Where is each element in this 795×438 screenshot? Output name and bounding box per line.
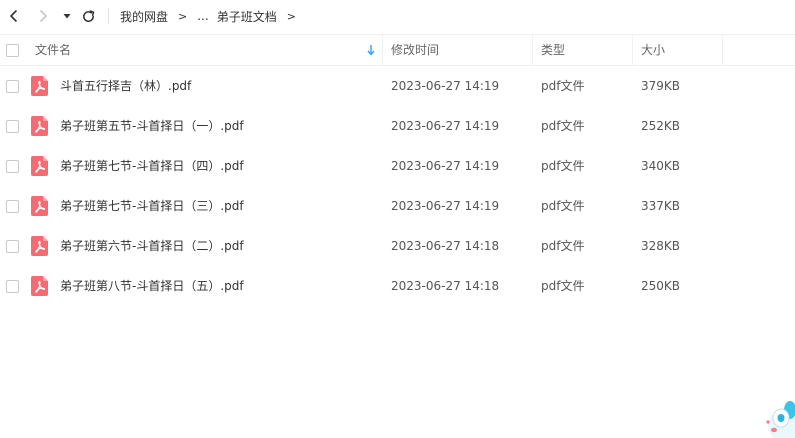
file-row[interactable]: 弟子班第五节-斗首择日（一）.pdf 2023-06-27 14:19 pdf文… bbox=[0, 106, 795, 146]
pdf-icon bbox=[31, 276, 48, 296]
file-modified: 2023-06-27 14:18 bbox=[391, 279, 500, 293]
column-divider[interactable] bbox=[532, 35, 533, 65]
file-size: 340KB bbox=[641, 159, 681, 173]
refresh-icon bbox=[82, 9, 94, 22]
assistant-mascot-icon[interactable] bbox=[760, 392, 795, 438]
pdf-icon bbox=[31, 236, 48, 256]
file-type: pdf文件 bbox=[541, 159, 585, 173]
file-name[interactable]: 斗首五行择吉（林）.pdf bbox=[60, 66, 191, 106]
select-all-checkbox[interactable] bbox=[6, 44, 19, 57]
pdf-icon bbox=[31, 116, 48, 136]
file-modified: 2023-06-27 14:19 bbox=[391, 199, 500, 213]
pdf-icon bbox=[31, 76, 48, 96]
column-divider[interactable] bbox=[722, 35, 723, 65]
breadcrumb: 我的网盘 > ... 弟子班文档 > bbox=[120, 7, 306, 25]
file-row[interactable]: 弟子班第七节-斗首择日（三）.pdf 2023-06-27 14:19 pdf文… bbox=[0, 186, 795, 226]
history-dropdown-button[interactable] bbox=[58, 6, 76, 26]
forward-button[interactable] bbox=[33, 6, 53, 26]
column-header-modified[interactable]: 修改时间 bbox=[391, 35, 439, 65]
column-header-size[interactable]: 大小 bbox=[641, 35, 665, 65]
pdf-icon bbox=[31, 156, 48, 176]
file-size: 328KB bbox=[641, 239, 681, 253]
breadcrumb-root[interactable]: 我的网盘 bbox=[120, 8, 168, 25]
column-divider[interactable] bbox=[382, 35, 383, 65]
chevron-left-icon bbox=[10, 10, 17, 22]
file-size: 379KB bbox=[641, 79, 681, 93]
file-name[interactable]: 弟子班第六节-斗首择日（二）.pdf bbox=[60, 226, 244, 266]
file-modified: 2023-06-27 14:19 bbox=[391, 159, 500, 173]
file-name[interactable]: 弟子班第八节-斗首择日（五）.pdf bbox=[60, 266, 244, 306]
breadcrumb-ellipsis[interactable]: ... bbox=[197, 9, 208, 23]
row-checkbox[interactable] bbox=[6, 80, 19, 93]
toolbar: 我的网盘 > ... 弟子班文档 > bbox=[0, 0, 795, 34]
row-checkbox[interactable] bbox=[6, 160, 19, 173]
refresh-button[interactable] bbox=[78, 6, 98, 26]
back-button[interactable] bbox=[4, 6, 24, 26]
file-row[interactable]: 斗首五行择吉（林）.pdf 2023-06-27 14:19 pdf文件 379… bbox=[0, 66, 795, 106]
file-list-header: 文件名 修改时间 类型 大小 bbox=[0, 34, 795, 66]
toolbar-divider bbox=[108, 8, 109, 24]
file-name[interactable]: 弟子班第七节-斗首择日（三）.pdf bbox=[60, 186, 244, 226]
file-modified: 2023-06-27 14:19 bbox=[391, 119, 500, 133]
file-type: pdf文件 bbox=[541, 199, 585, 213]
file-type: pdf文件 bbox=[541, 79, 585, 93]
file-row[interactable]: 弟子班第八节-斗首择日（五）.pdf 2023-06-27 14:18 pdf文… bbox=[0, 266, 795, 306]
file-size: 250KB bbox=[641, 279, 681, 293]
caret-down-icon bbox=[63, 14, 71, 19]
file-row[interactable]: 弟子班第六节-斗首择日（二）.pdf 2023-06-27 14:18 pdf文… bbox=[0, 226, 795, 266]
row-checkbox[interactable] bbox=[6, 120, 19, 133]
row-checkbox[interactable] bbox=[6, 200, 19, 213]
breadcrumb-separator: > bbox=[286, 9, 296, 23]
file-row[interactable]: 弟子班第七节-斗首择日（四）.pdf 2023-06-27 14:19 pdf文… bbox=[0, 146, 795, 186]
file-name[interactable]: 弟子班第七节-斗首择日（四）.pdf bbox=[60, 146, 244, 186]
file-type: pdf文件 bbox=[541, 239, 585, 253]
file-name[interactable]: 弟子班第五节-斗首择日（一）.pdf bbox=[60, 106, 244, 146]
chevron-right-icon bbox=[40, 10, 47, 22]
column-divider[interactable] bbox=[632, 35, 633, 65]
column-header-type[interactable]: 类型 bbox=[541, 35, 565, 65]
row-checkbox[interactable] bbox=[6, 240, 19, 253]
row-checkbox[interactable] bbox=[6, 280, 19, 293]
file-modified: 2023-06-27 14:19 bbox=[391, 79, 500, 93]
file-type: pdf文件 bbox=[541, 279, 585, 293]
file-type: pdf文件 bbox=[541, 119, 585, 133]
column-header-name[interactable]: 文件名 bbox=[35, 35, 71, 65]
file-modified: 2023-06-27 14:18 bbox=[391, 239, 500, 253]
file-size: 337KB bbox=[641, 199, 681, 213]
pdf-icon bbox=[31, 196, 48, 216]
sort-down-arrow-icon[interactable] bbox=[366, 44, 376, 56]
breadcrumb-separator: > bbox=[178, 9, 188, 23]
breadcrumb-current[interactable]: 弟子班文档 bbox=[217, 8, 277, 25]
file-size: 252KB bbox=[641, 119, 681, 133]
